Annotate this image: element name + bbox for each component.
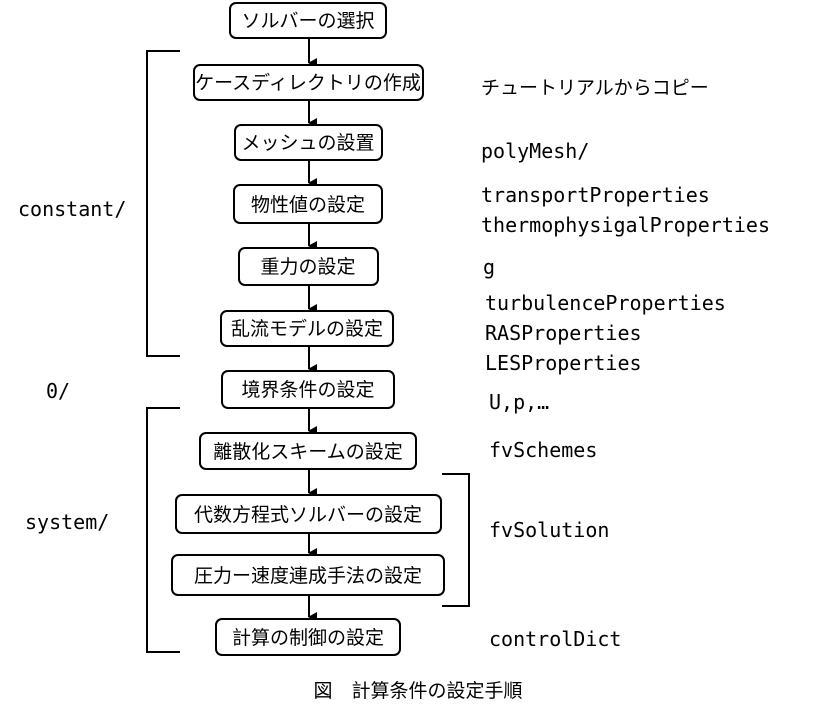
step-solver-selection: ソルバーの選択 <box>229 2 387 39</box>
step-case-directory: ケースディレクトリの作成 <box>193 64 424 101</box>
ras-properties-file: RASProperties <box>485 321 642 345</box>
fvschemes-file: fvSchemes <box>489 438 597 462</box>
step-properties: 物性値の設定 <box>233 184 383 224</box>
step-label: 計算の制御の設定 <box>232 627 384 649</box>
step-boundary-conditions: 境界条件の設定 <box>221 370 395 409</box>
step-turbulence-model: 乱流モデルの設定 <box>220 310 394 347</box>
transport-properties-file: transportProperties <box>481 183 710 207</box>
step-label: 圧力ー速度連成手法の設定 <box>194 565 422 587</box>
step-label: ソルバーの選択 <box>241 10 374 32</box>
step-label: ケースディレクトリの作成 <box>195 72 421 94</box>
step-gravity: 重力の設定 <box>238 247 379 286</box>
system-bracket <box>146 407 180 653</box>
flowchart: ソルバーの選択 ケースディレクトリの作成 メッシュの設置 物性値の設定 重力の設… <box>18 2 770 702</box>
fvsolution-file: fvSolution <box>489 518 609 542</box>
step-label: 重力の設定 <box>260 256 355 278</box>
controldict-file: controlDict <box>489 627 621 651</box>
step-mesh: メッシュの設置 <box>234 124 383 161</box>
step-label: 離散化スキームの設定 <box>213 441 402 463</box>
step-pressure-velocity: 圧力ー速度連成手法の設定 <box>171 554 445 596</box>
tutorial-copy-note: チュートリアルからコピー <box>481 77 709 99</box>
step-label: 代数方程式ソルバーの設定 <box>194 504 422 526</box>
les-properties-file: LESProperties <box>485 351 642 375</box>
constant-dir-label: constant/ <box>18 197 126 221</box>
step-discretization: 離散化スキームの設定 <box>199 432 417 470</box>
polymesh-file: polyMesh/ <box>481 139 589 163</box>
step-label: 乱流モデルの設定 <box>231 318 383 340</box>
thermophysical-properties-file: thermophysigalProperties <box>481 213 770 237</box>
system-dir-label: system/ <box>25 510 109 534</box>
gravity-file: g <box>483 255 495 279</box>
turbulence-properties-file: turbulenceProperties <box>485 291 726 315</box>
step-label: 境界条件の設定 <box>241 379 374 401</box>
zero-dir-label: 0/ <box>46 379 70 403</box>
step-boxes: ソルバーの選択 ケースディレクトリの作成 メッシュの設置 物性値の設定 重力の設… <box>171 2 445 656</box>
step-label: 物性値の設定 <box>251 194 365 216</box>
fvsolution-bracket <box>442 473 470 607</box>
field-files: U,p,… <box>489 390 549 414</box>
figure-caption: 図 計算条件の設定手順 <box>313 680 522 702</box>
constant-bracket <box>146 50 180 357</box>
step-control: 計算の制御の設定 <box>215 618 401 656</box>
step-linear-solver: 代数方程式ソルバーの設定 <box>175 494 442 534</box>
step-label: メッシュの設置 <box>241 132 374 154</box>
